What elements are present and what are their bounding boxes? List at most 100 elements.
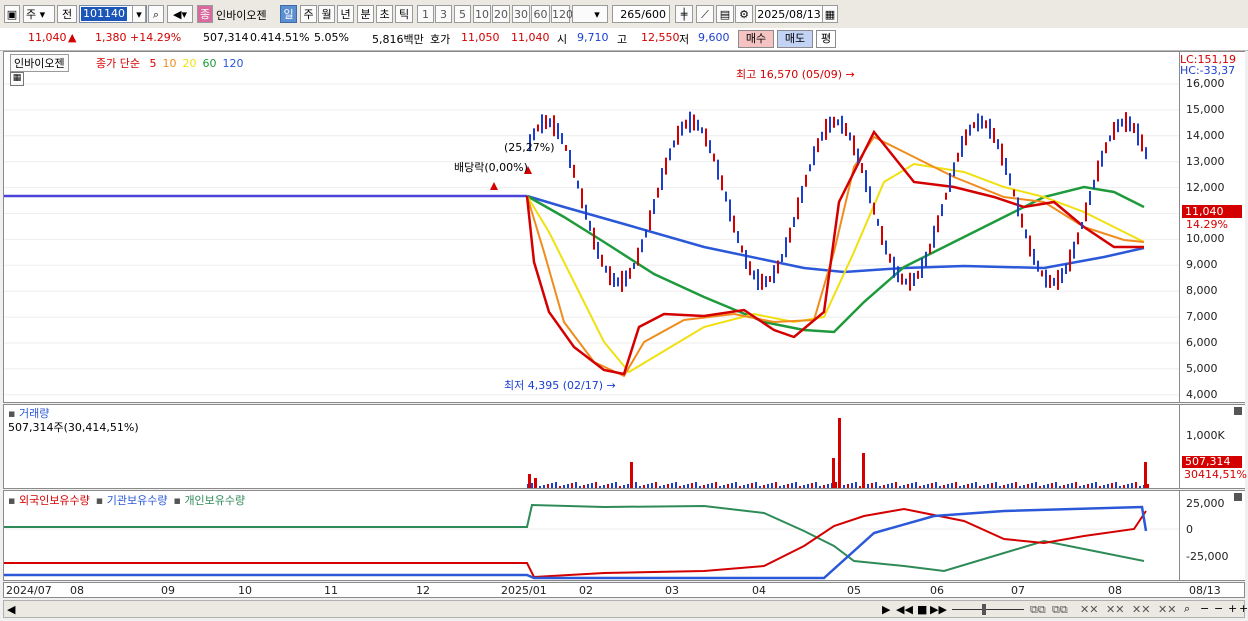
volume-bar bbox=[991, 483, 993, 488]
volume-bar bbox=[999, 486, 1001, 488]
candle bbox=[729, 199, 731, 222]
eval-button[interactable]: 평 bbox=[816, 30, 836, 48]
stop-icon[interactable]: ■ bbox=[917, 603, 927, 616]
period-button[interactable]: 분 bbox=[357, 5, 374, 23]
volume-bar bbox=[931, 483, 933, 488]
layout-icon[interactable]: ⧉⧉ bbox=[1030, 603, 1046, 617]
zoom-icon[interactable]: ⌕ bbox=[1184, 602, 1190, 616]
volume-bar bbox=[859, 486, 861, 488]
save-icon[interactable]: ▤ bbox=[716, 5, 734, 23]
ma-legend-item[interactable]: 10 bbox=[162, 57, 176, 70]
buy-button[interactable]: 매수 bbox=[738, 30, 774, 48]
cross-icon[interactable]: ✕✕ bbox=[1158, 603, 1176, 616]
count-input[interactable]: 265/600 bbox=[612, 5, 670, 23]
volume-bar bbox=[871, 483, 873, 488]
period-button[interactable]: 월 bbox=[318, 5, 335, 23]
interval-button[interactable]: 5 bbox=[454, 5, 471, 23]
volume-bar bbox=[719, 486, 721, 488]
grid-icon[interactable]: ▦ bbox=[10, 72, 24, 86]
interval-button[interactable]: 20 bbox=[492, 5, 510, 23]
cross-icon[interactable]: ✕✕ bbox=[1080, 603, 1098, 616]
price-tick: 6,000 bbox=[1186, 336, 1218, 349]
candle bbox=[613, 272, 615, 287]
volume-bar bbox=[1039, 486, 1041, 488]
period-button[interactable]: 일 bbox=[280, 5, 297, 23]
speaker-icon[interactable]: ◀▾ bbox=[167, 5, 193, 23]
ma-legend-item[interactable]: 120 bbox=[222, 57, 243, 70]
ma-legend-item[interactable]: 20 bbox=[182, 57, 196, 70]
period-button[interactable]: 년 bbox=[337, 5, 354, 23]
sell-button[interactable]: 매도 bbox=[777, 30, 813, 48]
stock-tab[interactable]: 인바이오젠 bbox=[10, 54, 69, 72]
plus-icon[interactable]: + bbox=[1239, 602, 1248, 615]
volume-bar bbox=[563, 485, 565, 488]
line-tool-icon[interactable]: ⟋ bbox=[696, 5, 714, 23]
x-axis-label: 09 bbox=[161, 584, 175, 597]
scrollbar[interactable]: ◀ ▶ ◀◀ ■ ▶▶ ⧉⧉ ⧉⧉ ✕✕ ✕✕ ✕✕ ✕✕ ⌕ − − + + bbox=[3, 600, 1248, 618]
candle-icon[interactable]: ╪ bbox=[675, 5, 693, 23]
volume-bar bbox=[695, 482, 697, 488]
interval-button[interactable]: 1 bbox=[417, 5, 434, 23]
holder-panel[interactable]: ▪ 외국인보유수량 ▪ 기관보유수량 ▪ 개인보유수량 bbox=[3, 490, 1180, 581]
close-icon[interactable] bbox=[1234, 493, 1242, 501]
period-button[interactable]: 초 bbox=[376, 5, 393, 23]
interval-dropdown[interactable]: ▾ bbox=[572, 5, 608, 23]
volume-bar bbox=[655, 482, 657, 488]
cross-icon[interactable]: ✕✕ bbox=[1132, 603, 1150, 616]
volume-panel[interactable]: ▪ 거래량 507,314주(30,414,51%) bbox=[3, 404, 1180, 489]
interval-button[interactable]: 3 bbox=[435, 5, 452, 23]
interval-button[interactable]: 60 bbox=[531, 5, 550, 23]
volume-bar bbox=[531, 483, 533, 488]
close-icon[interactable] bbox=[1234, 407, 1242, 415]
interval-button[interactable]: 30 bbox=[512, 5, 530, 23]
plus-icon[interactable]: + bbox=[1228, 602, 1237, 615]
candle bbox=[773, 265, 775, 284]
code-dropdown-icon[interactable]: ▾ bbox=[132, 5, 146, 23]
volume-bar bbox=[603, 485, 605, 488]
volume-bar bbox=[963, 485, 965, 488]
x-axis-label: 06 bbox=[930, 584, 944, 597]
volume-bar bbox=[1123, 485, 1125, 488]
ma-legend-item[interactable]: 5 bbox=[149, 57, 156, 70]
volume-bar bbox=[1027, 484, 1029, 488]
candle bbox=[1093, 179, 1095, 189]
x-axis: 2024/07 08 09 10 11 12 2025/01 02 03 04 05 06 07 08 0… bbox=[3, 582, 1245, 598]
volume-bar bbox=[838, 418, 841, 488]
chart-type-select[interactable]: 주 ▾ bbox=[23, 5, 55, 23]
calendar-icon[interactable]: ▦ bbox=[822, 5, 838, 23]
period-button[interactable]: 틱 bbox=[395, 5, 413, 23]
gear-icon[interactable]: ⚙ bbox=[735, 5, 753, 23]
candle bbox=[641, 239, 643, 253]
period-button[interactable]: 주 bbox=[300, 5, 317, 23]
date-input[interactable]: 2025/08/13 bbox=[755, 5, 823, 23]
search-icon[interactable]: ⌕ bbox=[148, 5, 164, 23]
minus-icon[interactable]: − bbox=[1214, 602, 1223, 615]
candle bbox=[1045, 269, 1047, 288]
candle bbox=[1137, 123, 1139, 146]
price-chart-panel[interactable]: 인바이오젠 종가 단순 5 10 20 60 120 ▦ 최고 16,570 (05/0… bbox=[3, 51, 1180, 403]
prev-button[interactable]: 전 bbox=[57, 5, 77, 23]
scroll-left-icon[interactable]: ◀ bbox=[7, 603, 15, 616]
candle bbox=[925, 251, 927, 267]
candle bbox=[869, 186, 871, 204]
interval-button[interactable]: 10 bbox=[473, 5, 491, 23]
volume-bar bbox=[591, 483, 593, 488]
volume-bar bbox=[887, 484, 889, 488]
layout-icon[interactable]: ⧉⧉ bbox=[1052, 603, 1068, 617]
zoom-slider-track[interactable] bbox=[952, 609, 1024, 610]
zoom-slider-handle[interactable] bbox=[982, 604, 986, 615]
price-tick: 15,000 bbox=[1186, 102, 1225, 116]
change-up-icon: ▲ bbox=[68, 31, 77, 44]
chart-settings-icon[interactable]: ▣ bbox=[4, 5, 20, 23]
rewind-icon[interactable]: ◀◀ bbox=[896, 603, 913, 616]
volume-bar bbox=[835, 482, 837, 488]
candle bbox=[885, 240, 887, 255]
interval-button[interactable]: 120 bbox=[551, 5, 573, 23]
forward-icon[interactable]: ▶▶ bbox=[930, 603, 947, 616]
candle bbox=[757, 269, 759, 291]
minus-icon[interactable]: − bbox=[1200, 602, 1209, 615]
cross-icon[interactable]: ✕✕ bbox=[1106, 603, 1124, 616]
scroll-right-icon[interactable]: ▶ bbox=[882, 603, 890, 616]
ma-legend-item[interactable]: 60 bbox=[202, 57, 216, 70]
volume-bar bbox=[803, 485, 805, 488]
